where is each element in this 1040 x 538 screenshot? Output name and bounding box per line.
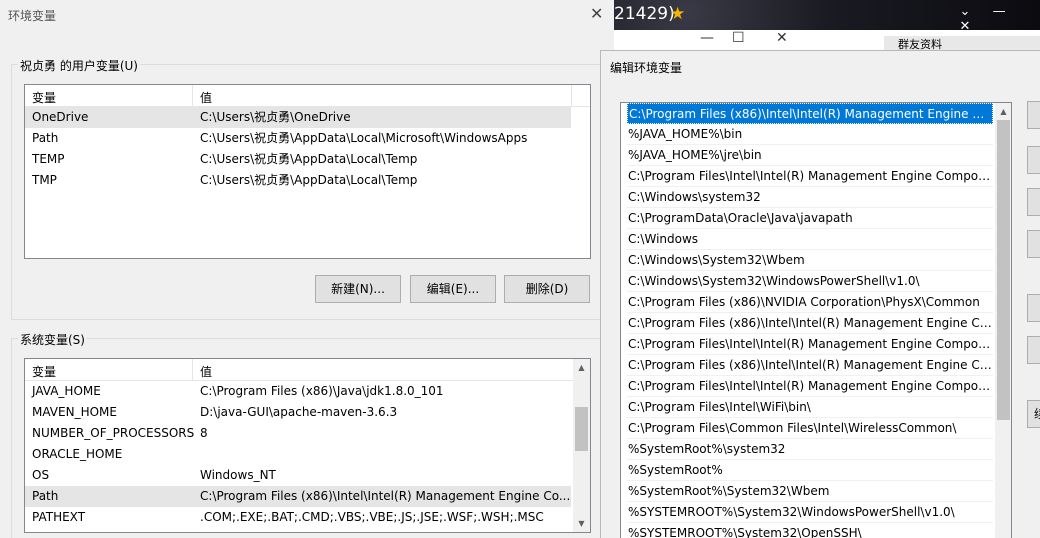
inner-window-controls: — ☐ ✕ <box>700 30 820 50</box>
column-header-value[interactable]: 值 <box>200 89 212 106</box>
path-entry[interactable]: C:\Program Files\Intel\Intel(R) Manageme… <box>627 166 993 187</box>
path-entry[interactable]: C:\Program Files\Common Files\Intel\Wire… <box>627 418 993 439</box>
close-icon[interactable]: ✕ <box>590 4 603 23</box>
column-header-variable[interactable]: 变量 <box>32 89 56 106</box>
dialog-title: 环境变量 <box>8 9 57 23</box>
minimize-icon[interactable]: — <box>984 4 1014 19</box>
variable-value: C:\Users\祝贞勇\AppData\Local\Temp <box>200 152 418 166</box>
chevron-down-icon[interactable]: ⌄ <box>950 4 980 19</box>
path-entry[interactable]: %JAVA_HOME%\bin <box>627 124 993 145</box>
environment-variables-dialog: 环境变量 ✕ 祝贞勇 的用户变量(U) 变量 值 OneDrive C:\Use… <box>0 0 614 538</box>
variable-name: Path <box>32 131 59 145</box>
scroll-thumb[interactable] <box>997 120 1010 420</box>
side-button-move-up[interactable] <box>1027 294 1040 322</box>
new-button[interactable]: 新建(N)... <box>315 275 401 303</box>
path-entry[interactable]: C:\Program Files\Intel\Intel(R) Manageme… <box>627 376 993 397</box>
path-entry[interactable]: %SystemRoot%\system32 <box>627 439 993 460</box>
path-entry[interactable]: C:\Program Files (x86)\NVIDIA Corporatio… <box>627 292 993 313</box>
variable-name: PATHEXT <box>32 510 86 524</box>
variable-value: C:\Program Files (x86)\Java\jdk1.8.0_101 <box>200 384 444 398</box>
list-header: 变量 值 <box>25 359 590 381</box>
variable-value: C:\Users\祝贞勇\OneDrive <box>200 110 351 124</box>
scroll-up-icon[interactable]: ▲ <box>573 359 590 376</box>
edit-button[interactable]: 编辑(E)... <box>410 275 496 303</box>
path-entry[interactable]: %SYSTEMROOT%\System32\WindowsPowerShell\… <box>627 502 993 523</box>
scroll-thumb[interactable] <box>575 407 588 451</box>
background-window-controls: ⌄ — ✕ <box>950 4 1040 34</box>
variable-name: TEMP <box>32 152 65 166</box>
table-row[interactable]: Path C:\Users\祝贞勇\AppData\Local\Microsof… <box>25 128 590 149</box>
table-row[interactable]: MAVEN_HOME D:\java-GUI\apache-maven-3.6.… <box>25 402 590 423</box>
path-entry[interactable]: %SYSTEMROOT%\System32\OpenSSH\ <box>627 523 993 538</box>
user-variables-label: 祝贞勇 的用户变量(U) <box>18 57 140 74</box>
table-row[interactable]: PATHEXT .COM;.EXE;.BAT;.CMD;.VBS;.VBE;.J… <box>25 507 590 528</box>
path-entry[interactable]: %SystemRoot%\System32\Wbem <box>627 481 993 502</box>
path-entry[interactable]: C:\Program Files\Intel\Intel(R) Manageme… <box>627 334 993 355</box>
vertical-scrollbar[interactable]: ▲ ▼ <box>573 359 590 532</box>
path-entry[interactable]: C:\Windows <box>627 229 993 250</box>
system-variables-label: 系统变量(S) <box>18 331 87 348</box>
variable-value: C:\Users\祝贞勇\AppData\Local\Temp <box>200 173 418 187</box>
variable-value: C:\Users\祝贞勇\AppData\Local\Microsoft\Win… <box>200 131 528 145</box>
list-header: 变量 值 <box>25 85 590 107</box>
table-row[interactable]: NUMBER_OF_PROCESSORS 8 <box>25 423 590 444</box>
system-variables-list[interactable]: 变量 值 JAVA_HOME C:\Program Files (x86)\Ja… <box>24 358 591 533</box>
path-entry[interactable]: C:\Program Files\Intel\WiFi\bin\ <box>627 397 993 418</box>
table-row[interactable]: TMP C:\Users\祝贞勇\AppData\Local\Temp <box>25 170 590 191</box>
variable-value: 8 <box>200 426 208 440</box>
table-row[interactable]: Path C:\Program Files (x86)\Intel\Intel(… <box>25 486 571 507</box>
table-row[interactable]: OneDrive C:\Users\祝贞勇\OneDrive <box>25 107 571 128</box>
path-entry[interactable]: %SystemRoot% <box>627 460 993 481</box>
path-entry[interactable]: C:\Program Files (x86)\Intel\Intel(R) Ma… <box>627 313 993 334</box>
variable-name: NUMBER_OF_PROCESSORS <box>32 426 195 440</box>
table-row[interactable]: TEMP C:\Users\祝贞勇\AppData\Local\Temp <box>25 149 590 170</box>
variable-name: ORACLE_HOME <box>32 447 123 461</box>
side-button-delete[interactable] <box>1027 230 1040 258</box>
variable-value: Windows_NT <box>200 468 276 482</box>
background-tab[interactable]: 群友资料 <box>884 36 1040 50</box>
maximize-icon[interactable]: ☐ <box>732 30 745 46</box>
table-row[interactable]: ORACLE_HOME <box>25 444 590 465</box>
variable-name: Path <box>32 489 59 503</box>
delete-button[interactable]: 删除(D) <box>504 275 590 303</box>
minimize-icon[interactable]: — <box>700 30 714 46</box>
star-icon: ★ <box>670 4 686 24</box>
path-list[interactable]: C:\Program Files (x86)\Intel\Intel(R) Ma… <box>620 102 1012 538</box>
side-button-browse[interactable] <box>1027 188 1040 216</box>
variable-value: .COM;.EXE;.BAT;.CMD;.VBS;.VBE;.JS;.JSE;.… <box>200 510 544 524</box>
side-button-move-down[interactable] <box>1027 336 1040 364</box>
path-entry[interactable]: C:\Windows\System32\Wbem <box>627 250 993 271</box>
variable-name: JAVA_HOME <box>32 384 101 398</box>
variable-value: C:\Program Files (x86)\Intel\Intel(R) Ma… <box>200 489 571 503</box>
variable-name: OS <box>32 468 50 482</box>
column-header-value[interactable]: 值 <box>200 363 212 380</box>
path-entry[interactable]: %JAVA_HOME%\jre\bin <box>627 145 993 166</box>
user-variables-list[interactable]: 变量 值 OneDrive C:\Users\祝贞勇\OneDrive Path… <box>24 84 591 259</box>
path-entry[interactable]: C:\Program Files (x86)\Intel\Intel(R) Ma… <box>627 103 993 124</box>
close-icon[interactable]: ✕ <box>776 30 788 46</box>
edit-environment-variable-dialog: 编辑环境变量 C:\Program Files (x86)\Intel\Inte… <box>600 50 1040 538</box>
scroll-up-icon[interactable]: ▲ <box>995 103 1011 120</box>
side-button-new[interactable] <box>1027 101 1040 129</box>
dialog-title: 编辑环境变量 <box>610 61 683 75</box>
path-entry[interactable]: C:\ProgramData\Oracle\Java\javapath <box>627 208 993 229</box>
path-entry[interactable]: C:\Program Files (x86)\Intel\Intel(R) Ma… <box>627 355 993 376</box>
scroll-down-icon[interactable]: ▼ <box>573 515 590 532</box>
table-row[interactable]: JAVA_HOME C:\Program Files (x86)\Java\jd… <box>25 381 590 402</box>
side-button-edit-text[interactable]: 续 <box>1027 400 1040 428</box>
background-title-text: 21429) <box>614 4 675 24</box>
variable-name: MAVEN_HOME <box>32 405 117 419</box>
close-icon[interactable]: ✕ <box>950 19 980 34</box>
table-row[interactable]: OS Windows_NT <box>25 465 590 486</box>
path-entry[interactable]: C:\Windows\System32\WindowsPowerShell\v1… <box>627 271 993 292</box>
column-header-variable[interactable]: 变量 <box>32 363 56 380</box>
path-entry[interactable]: C:\Windows\system32 <box>627 187 993 208</box>
side-button-edit[interactable] <box>1027 146 1040 174</box>
vertical-scrollbar[interactable]: ▲ <box>995 103 1011 538</box>
variable-name: TMP <box>32 173 57 187</box>
variable-value: D:\java-GUI\apache-maven-3.6.3 <box>200 405 398 419</box>
variable-name: OneDrive <box>32 110 89 124</box>
